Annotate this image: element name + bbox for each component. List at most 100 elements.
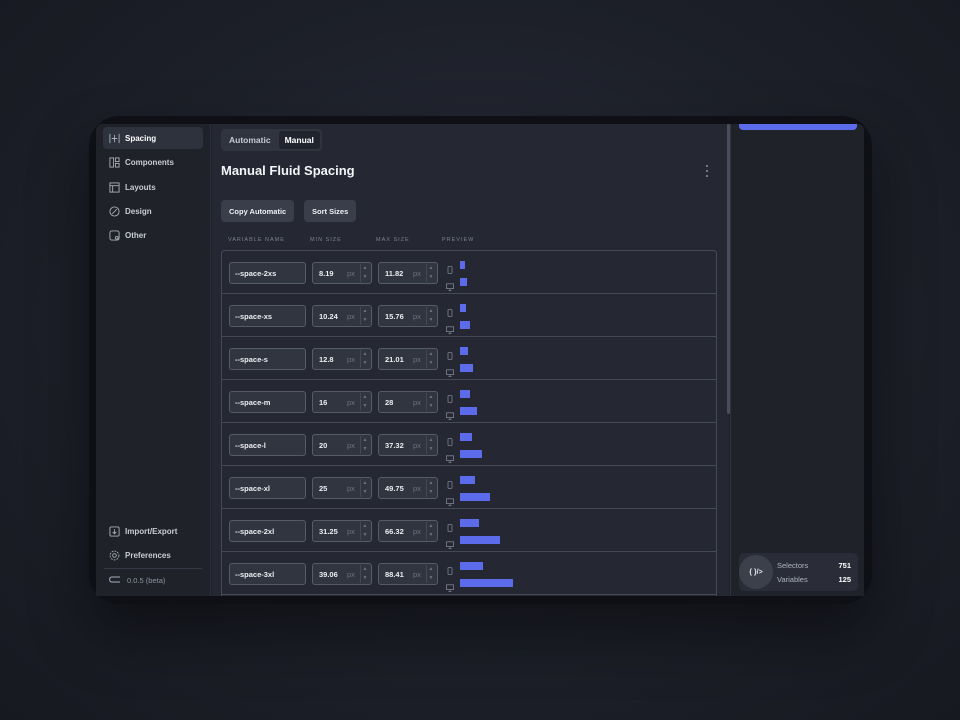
chevron-down-icon[interactable]: ▼ <box>361 445 369 454</box>
chevron-down-icon[interactable]: ▼ <box>361 359 369 368</box>
chevron-up-icon[interactable]: ▲ <box>361 350 369 359</box>
sidebar-item-spacing[interactable]: Spacing <box>103 127 203 149</box>
chevron-up-icon[interactable]: ▲ <box>361 264 369 273</box>
sidebar-item-other[interactable]: Other <box>103 224 203 246</box>
unit-label: px <box>413 269 421 278</box>
variable-name-input[interactable]: --space-3xl <box>229 563 306 585</box>
chevron-down-icon[interactable]: ▼ <box>427 273 435 282</box>
variable-name-input[interactable]: --space-s <box>229 348 306 370</box>
sidebar-item-design[interactable]: Design <box>103 200 203 222</box>
min-size-stepper[interactable]: ▲ ▼ <box>360 436 369 454</box>
max-size-stepper[interactable]: ▲ ▼ <box>426 307 435 325</box>
max-size-input[interactable]: 66.32 px ▲ ▼ <box>378 520 438 542</box>
chevron-down-icon[interactable]: ▼ <box>427 316 435 325</box>
sidebar-item-preferences[interactable]: Preferences <box>103 544 203 566</box>
copy-automatic-button[interactable]: Copy Automatic <box>221 200 295 222</box>
min-size-input[interactable]: 20 px ▲ ▼ <box>312 434 372 456</box>
min-size-input[interactable]: 12.8 px ▲ ▼ <box>312 348 372 370</box>
variable-name-input[interactable]: --space-2xl <box>229 520 306 542</box>
min-size-stepper[interactable]: ▲ ▼ <box>360 522 369 540</box>
tab-manual[interactable]: Manual <box>278 131 320 149</box>
max-size-stepper[interactable]: ▲ ▼ <box>426 522 435 540</box>
chevron-down-icon[interactable]: ▼ <box>427 488 435 497</box>
chevron-up-icon[interactable]: ▲ <box>427 350 435 359</box>
column-header-name: VARIABLE NAME <box>228 237 285 243</box>
min-size-stepper[interactable]: ▲ ▼ <box>360 350 369 368</box>
chevron-down-icon[interactable]: ▼ <box>361 402 369 411</box>
min-size-value: 16 <box>319 398 328 407</box>
max-size-value: 37.32 <box>385 441 404 450</box>
components-icon <box>109 156 120 168</box>
unit-label: px <box>413 441 421 450</box>
max-size-input[interactable]: 11.82 px ▲ ▼ <box>378 262 438 284</box>
chevron-up-icon[interactable]: ▲ <box>361 436 369 445</box>
chevron-up-icon[interactable]: ▲ <box>427 393 435 402</box>
max-size-stepper[interactable]: ▲ ▼ <box>426 264 435 282</box>
chevron-down-icon[interactable]: ▼ <box>427 359 435 368</box>
max-size-input[interactable]: 37.32 px ▲ ▼ <box>378 434 438 456</box>
chevron-down-icon[interactable]: ▼ <box>427 402 435 411</box>
chevron-up-icon[interactable]: ▲ <box>427 565 435 574</box>
chevron-up-icon[interactable]: ▲ <box>427 307 435 316</box>
max-size-input[interactable]: 88.41 px ▲ ▼ <box>378 563 438 585</box>
min-size-input[interactable]: 25 px ▲ ▼ <box>312 477 372 499</box>
variable-name-input[interactable]: --space-xl <box>229 477 306 499</box>
min-size-input[interactable]: 39.06 px ▲ ▼ <box>312 563 372 585</box>
variable-name-input[interactable]: --space-2xs <box>229 262 306 284</box>
chevron-up-icon[interactable]: ▲ <box>361 307 369 316</box>
min-size-input[interactable]: 31.25 px ▲ ▼ <box>312 520 372 542</box>
mobile-icon <box>446 476 454 489</box>
chevron-up-icon[interactable]: ▲ <box>427 436 435 445</box>
chevron-down-icon[interactable]: ▼ <box>361 531 369 540</box>
chevron-up-icon[interactable]: ▲ <box>361 479 369 488</box>
chevron-up-icon[interactable]: ▲ <box>361 393 369 402</box>
mobile-icon <box>446 304 454 317</box>
max-size-input[interactable]: 28 px ▲ ▼ <box>378 391 438 413</box>
min-size-stepper[interactable]: ▲ ▼ <box>360 479 369 497</box>
chevron-up-icon[interactable]: ▲ <box>427 522 435 531</box>
chevron-down-icon[interactable]: ▼ <box>427 531 435 540</box>
min-size-stepper[interactable]: ▲ ▼ <box>360 264 369 282</box>
min-preview-bar <box>460 304 467 312</box>
sidebar-item-components[interactable]: Components <box>103 151 203 173</box>
sidebar-item-import-export[interactable]: Import/Export <box>103 520 203 542</box>
min-size-value: 8.19 <box>319 269 334 278</box>
variable-name-input[interactable]: --space-l <box>229 434 306 456</box>
variable-name-input[interactable]: --space-m <box>229 391 306 413</box>
stats-card: { }/> Selectors 751 Variables 125 <box>739 553 858 591</box>
tab-automatic[interactable]: Automatic <box>223 131 277 149</box>
chevron-up-icon[interactable]: ▲ <box>361 565 369 574</box>
min-size-value: 25 <box>319 484 328 493</box>
max-size-input[interactable]: 49.75 px ▲ ▼ <box>378 477 438 499</box>
variable-name-input[interactable]: --space-xs <box>229 305 306 327</box>
chevron-down-icon[interactable]: ▼ <box>427 574 435 583</box>
max-size-input[interactable]: 15.76 px ▲ ▼ <box>378 305 438 327</box>
table-row: --space-2xs 8.19 px ▲ ▼ 11.82 px ▲ ▼ <box>222 251 716 294</box>
chevron-down-icon[interactable]: ▼ <box>361 316 369 325</box>
page-title: Manual Fluid Spacing <box>221 163 355 178</box>
chevron-up-icon[interactable]: ▲ <box>427 479 435 488</box>
chevron-down-icon[interactable]: ▼ <box>361 488 369 497</box>
max-size-stepper[interactable]: ▲ ▼ <box>426 479 435 497</box>
max-size-stepper[interactable]: ▲ ▼ <box>426 436 435 454</box>
more-options-icon[interactable] <box>702 164 712 178</box>
max-size-value: 28 <box>385 398 394 407</box>
max-size-stepper[interactable]: ▲ ▼ <box>426 350 435 368</box>
sidebar-item-label: Preferences <box>125 550 171 560</box>
min-size-input[interactable]: 8.19 px ▲ ▼ <box>312 262 372 284</box>
min-size-input[interactable]: 16 px ▲ ▼ <box>312 391 372 413</box>
min-size-stepper[interactable]: ▲ ▼ <box>360 565 369 583</box>
chevron-up-icon[interactable]: ▲ <box>427 264 435 273</box>
chevron-down-icon[interactable]: ▼ <box>361 574 369 583</box>
max-size-input[interactable]: 21.01 px ▲ ▼ <box>378 348 438 370</box>
chevron-up-icon[interactable]: ▲ <box>361 522 369 531</box>
chevron-down-icon[interactable]: ▼ <box>427 445 435 454</box>
chevron-down-icon[interactable]: ▼ <box>361 273 369 282</box>
max-size-stepper[interactable]: ▲ ▼ <box>426 565 435 583</box>
min-size-stepper[interactable]: ▲ ▼ <box>360 393 369 411</box>
max-size-stepper[interactable]: ▲ ▼ <box>426 393 435 411</box>
sort-sizes-button[interactable]: Sort Sizes <box>304 200 357 222</box>
min-size-input[interactable]: 10.24 px ▲ ▼ <box>312 305 372 327</box>
sidebar-item-layouts[interactable]: Layouts <box>103 176 203 198</box>
min-size-stepper[interactable]: ▲ ▼ <box>360 307 369 325</box>
